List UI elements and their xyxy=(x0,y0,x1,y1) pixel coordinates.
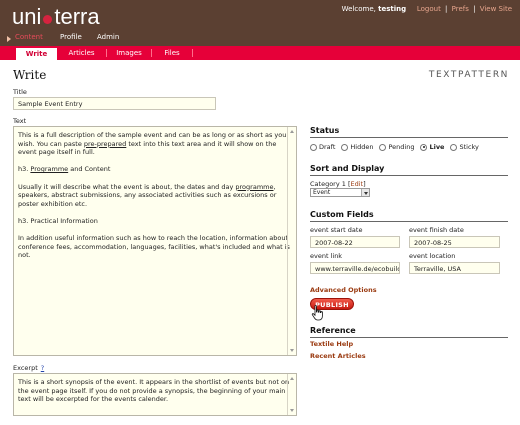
tab-divider xyxy=(192,49,193,57)
status-draft[interactable]: Draft xyxy=(310,143,335,151)
category-select[interactable]: Event xyxy=(310,188,370,197)
category-label: Category 1 xyxy=(310,180,346,188)
status-pending[interactable]: Pending xyxy=(379,143,414,151)
scroll-down-icon[interactable] xyxy=(290,349,294,352)
radio-icon[interactable] xyxy=(310,143,317,151)
nav-profile[interactable]: Profile xyxy=(60,33,82,41)
logo-text-left: uni xyxy=(12,4,42,29)
site-logo: uni terra xyxy=(12,4,100,30)
text-paragraph: In addition useful information such as h… xyxy=(18,234,290,260)
tab-write[interactable]: Write xyxy=(16,48,57,60)
link-separator: | xyxy=(473,5,476,13)
category-label-row: Category 1 [Edit] xyxy=(310,180,366,188)
text-paragraph: h3. Practical Information xyxy=(18,216,98,225)
text-paragraph: h3. Programme and Content xyxy=(18,165,111,174)
textarea-scrollbar[interactable] xyxy=(287,127,296,355)
title-label: Title xyxy=(13,88,27,96)
logo-dot xyxy=(43,14,53,24)
prefs-link[interactable]: Prefs xyxy=(452,5,469,13)
recent-articles-link[interactable]: Recent Articles xyxy=(310,352,366,360)
view-site-link[interactable]: View Site xyxy=(480,5,512,13)
active-nav-arrow-icon xyxy=(7,36,11,42)
site-header: uni terra Welcome, testing Logout | Prefs… xyxy=(0,0,520,46)
scroll-up-icon[interactable] xyxy=(290,130,294,133)
nav-admin[interactable]: Admin xyxy=(97,33,119,41)
status-heading: Status xyxy=(310,126,508,138)
category-selected-value: Event xyxy=(313,189,331,196)
body-textarea[interactable]: This is a full description of the sample… xyxy=(13,126,297,356)
textile-help-link[interactable]: Textile Help xyxy=(310,340,353,348)
textpattern-brand: TEXTPATTERN xyxy=(428,70,509,80)
username: testing xyxy=(378,5,407,13)
event-finish-date-input[interactable]: 2007-08-25 xyxy=(409,236,500,248)
custom-field-label: event location xyxy=(409,252,456,260)
logout-link[interactable]: Logout xyxy=(417,5,441,13)
radio-selected-icon[interactable] xyxy=(420,143,428,151)
sub-nav: Write Articles Images Files xyxy=(0,46,520,60)
radio-icon[interactable] xyxy=(379,143,387,151)
radio-icon[interactable] xyxy=(341,143,349,151)
excerpt-scrollbar[interactable] xyxy=(287,374,296,415)
reference-heading: Reference xyxy=(310,326,508,338)
excerpt-label-row: Excerpt? xyxy=(13,364,44,372)
status-radios: Draft Hidden Pending Live Sticky xyxy=(310,143,485,151)
custom-field-label: event link xyxy=(310,252,343,260)
radio-icon[interactable] xyxy=(450,143,458,151)
hand-cursor-icon xyxy=(311,305,323,321)
page-title: Write xyxy=(13,68,47,82)
logo-text-right: terra xyxy=(54,4,100,29)
scroll-down-icon[interactable] xyxy=(290,409,294,412)
event-location-input[interactable]: Terraville, USA xyxy=(409,262,500,274)
tab-images[interactable]: Images xyxy=(107,46,151,60)
sort-display-heading: Sort and Display xyxy=(310,164,508,176)
status-live[interactable]: Live xyxy=(420,143,444,151)
text-paragraph: Usually it will describe what the event … xyxy=(18,182,277,208)
tab-articles[interactable]: Articles xyxy=(57,46,106,60)
chevron-down-icon[interactable] xyxy=(361,189,369,196)
custom-field-label: event finish date xyxy=(409,226,464,234)
welcome-prefix: Welcome, xyxy=(341,5,379,13)
excerpt-textarea[interactable]: This is a short synopsis of the event. I… xyxy=(13,373,297,416)
nav-content[interactable]: Content xyxy=(15,33,43,41)
status-sticky[interactable]: Sticky xyxy=(450,143,479,151)
event-link-input[interactable]: www.terraville.de/ecobuildir xyxy=(310,262,400,274)
event-start-date-input[interactable]: 2007-08-22 xyxy=(310,236,400,248)
advanced-options-link[interactable]: Advanced Options xyxy=(310,286,377,294)
excerpt-label: Excerpt xyxy=(13,364,38,372)
link-separator: | xyxy=(445,5,448,13)
custom-fields-heading: Custom Fields xyxy=(310,210,508,222)
tab-files[interactable]: Files xyxy=(152,46,192,60)
custom-field-label: event start date xyxy=(310,226,363,234)
category-edit-link[interactable]: Edit xyxy=(351,180,364,188)
excerpt-text: This is a short synopsis of the event. I… xyxy=(18,378,290,404)
excerpt-help-link[interactable]: ? xyxy=(41,364,44,372)
text-paragraph: This is a full description of the sample… xyxy=(18,131,287,157)
text-label: Text xyxy=(13,117,27,125)
title-input[interactable]: Sample Event Entry xyxy=(13,97,216,110)
scroll-up-icon[interactable] xyxy=(290,377,294,380)
welcome-bar: Welcome, testing Logout | Prefs | View S… xyxy=(342,5,512,13)
status-hidden[interactable]: Hidden xyxy=(341,143,373,151)
